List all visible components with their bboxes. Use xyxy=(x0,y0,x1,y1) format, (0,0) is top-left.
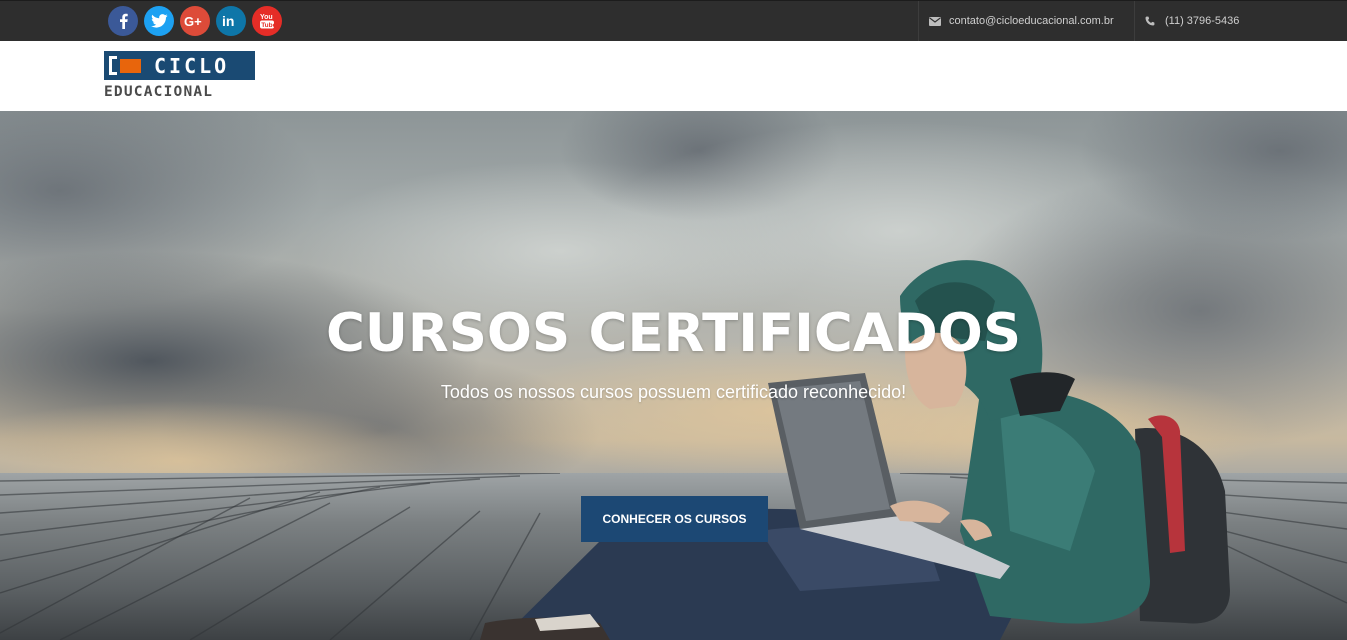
google-plus-icon: G+ xyxy=(184,14,202,28)
phone-link[interactable]: (11) 3796-5436 xyxy=(1134,1,1347,41)
contact-info: contato@cicloeducacional.com.br (11) 379… xyxy=(918,1,1347,41)
twitter-button[interactable] xyxy=(144,6,174,36)
site-header: CICLO EDUCACIONAL xyxy=(0,41,1347,111)
svg-text:G+: G+ xyxy=(184,14,202,28)
logo-subword: EDUCACIONAL xyxy=(104,84,214,100)
youtube-button[interactable]: You Tube xyxy=(252,6,282,36)
youtube-icon: You Tube xyxy=(260,14,275,29)
email-link[interactable]: contato@cicloeducacional.com.br xyxy=(918,1,1134,41)
email-text: contato@cicloeducacional.com.br xyxy=(949,15,1114,27)
phone-icon xyxy=(1145,15,1157,27)
student-with-laptop-image xyxy=(480,260,1230,640)
facebook-icon xyxy=(120,13,128,29)
linkedin-button[interactable]: in xyxy=(216,6,246,36)
twitter-icon xyxy=(150,14,168,28)
linkedin-icon: in xyxy=(222,14,234,28)
logo-orange-block xyxy=(120,59,141,73)
hero-banner: CURSOS CERTIFICADOS Todos os nossos curs… xyxy=(0,111,1347,640)
hero-title: CURSOS CERTIFICADOS xyxy=(325,303,1022,364)
logo-word: CICLO xyxy=(154,54,230,78)
logo-bracket-shape xyxy=(109,56,117,75)
phone-text: (11) 3796-5436 xyxy=(1165,15,1240,27)
logo-badge: CICLO xyxy=(104,51,255,80)
hero-subtitle: Todos os nossos cursos possuem certifica… xyxy=(440,382,907,402)
svg-text:Tube: Tube xyxy=(261,22,275,29)
svg-text:You: You xyxy=(260,14,273,21)
envelope-icon xyxy=(929,15,941,27)
logo[interactable]: CICLO EDUCACIONAL xyxy=(104,51,256,101)
svg-text:in: in xyxy=(222,14,234,28)
top-bar: G+ in You Tube contato@cicloeducacional.… xyxy=(0,0,1347,41)
google-plus-button[interactable]: G+ xyxy=(180,6,210,36)
view-courses-button[interactable]: CONHECER OS CURSOS xyxy=(581,496,768,542)
social-links: G+ in You Tube xyxy=(108,6,282,36)
facebook-button[interactable] xyxy=(108,6,138,36)
